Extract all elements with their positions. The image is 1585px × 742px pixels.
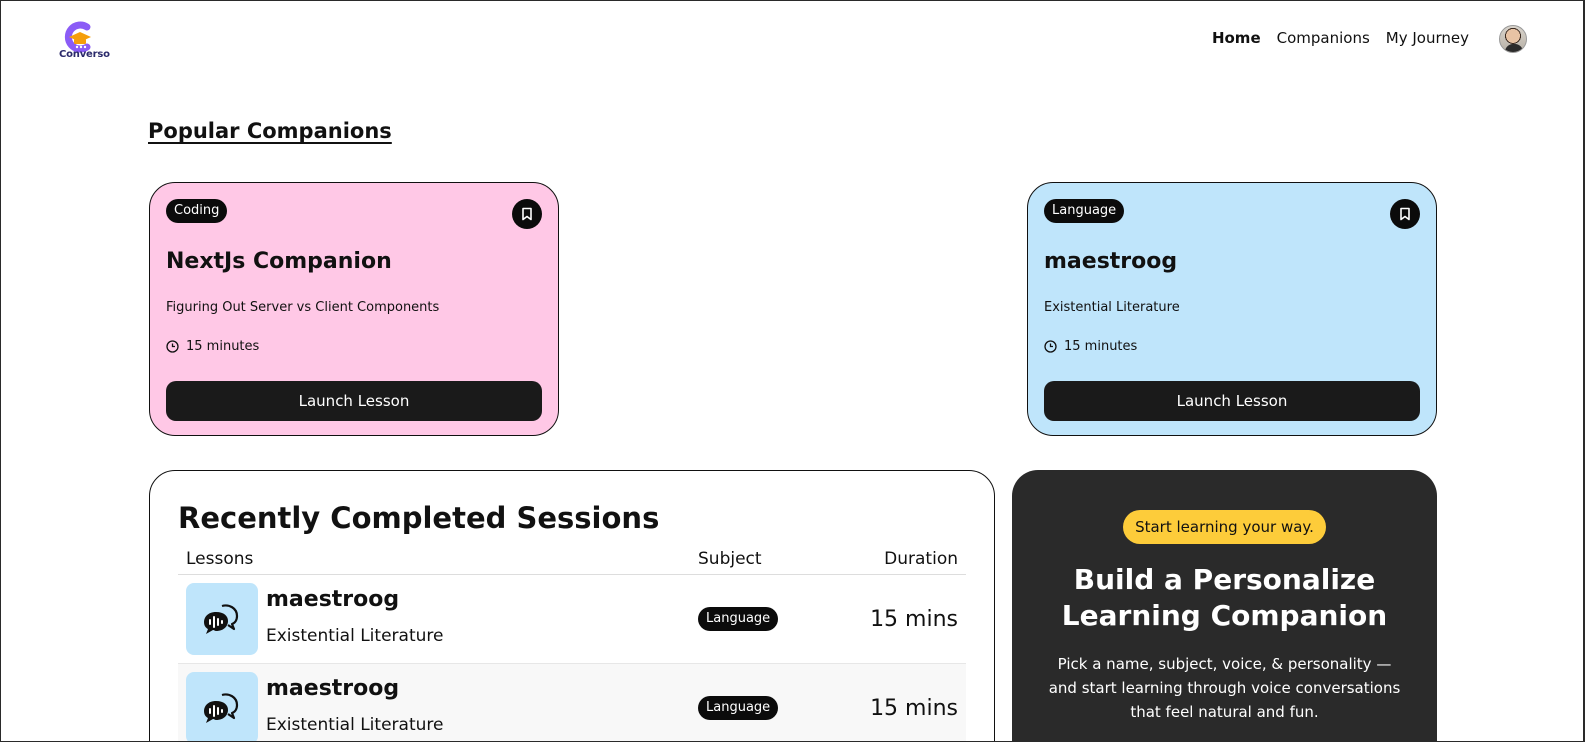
bookmark-button[interactable] [512,199,542,229]
table-row[interactable]: maestroog Existential Literature Languag… [178,664,966,741]
duration-label: 15 minutes [186,339,260,354]
lesson-topic: Existential Literature [266,626,444,646]
companion-name: maestroog [1044,249,1178,274]
cta-badge: Start learning your way. [1123,510,1326,544]
column-header-duration: Duration [884,548,958,569]
nav-home[interactable]: Home [1212,29,1261,47]
companion-duration: 15 minutes [166,339,259,354]
column-header-lessons: Lessons [186,548,254,569]
voice-chat-icon [204,693,239,723]
sessions-table: Lessons Subject Duration maestroog Exist… [178,543,966,741]
sessions-panel: Recently Completed Sessions Lessons Subj… [149,470,995,741]
bookmark-button[interactable] [1390,199,1420,229]
table-header: Lessons Subject Duration [178,543,966,575]
launch-lesson-button[interactable]: Launch Lesson [1044,381,1420,421]
cta-description: Pick a name, subject, voice, & personali… [1048,655,1401,721]
section-title: Popular Companions [148,119,392,143]
lesson-name: maestroog [266,587,400,612]
companion-topic: Existential Literature [1044,300,1180,315]
subject-badge: Language [698,695,779,721]
voice-chat-icon [204,604,239,634]
nav-companions[interactable]: Companions [1277,29,1370,47]
clock-icon [1044,340,1057,353]
bookmark-icon [1400,207,1410,221]
duration-label: 15 minutes [1064,339,1138,354]
bookmark-icon [522,207,532,221]
brand-name: Converso [59,49,110,60]
cta-title: Build a Personalize Learning Companion [1061,563,1388,632]
sessions-title: Recently Completed Sessions [178,501,660,535]
subject-badge: Language [1044,199,1125,224]
app-frame: Converso Home Companions My Journey Popu… [0,0,1585,742]
clock-icon [166,340,179,353]
lesson-topic: Existential Literature [266,715,444,735]
column-header-subject: Subject [698,548,762,569]
launch-lesson-button[interactable]: Launch Lesson [166,381,542,421]
table-row[interactable]: maestroog Existential Literature Languag… [178,575,966,664]
session-duration: 15 mins [870,606,958,632]
nav-my-journey[interactable]: My Journey [1386,29,1469,47]
subject-badge: Coding [166,199,228,224]
companion-topic: Figuring Out Server vs Client Components [166,300,440,315]
user-avatar[interactable] [1499,25,1527,53]
cta-panel: Start learning your way. Build a Persona… [1012,470,1437,741]
companion-card: Coding NextJs Companion Figuring Out Ser… [149,182,559,436]
companion-name: NextJs Companion [166,249,392,274]
main-nav: Home Companions My Journey [1212,29,1469,47]
companion-avatar [186,583,258,655]
companion-duration: 15 minutes [1044,339,1137,354]
subject-badge: Language [698,606,779,632]
lesson-name: maestroog [266,676,400,701]
session-duration: 15 mins [870,695,958,721]
companion-avatar [186,672,258,741]
companion-card: Language maestroog Existential Literatur… [1027,182,1437,436]
